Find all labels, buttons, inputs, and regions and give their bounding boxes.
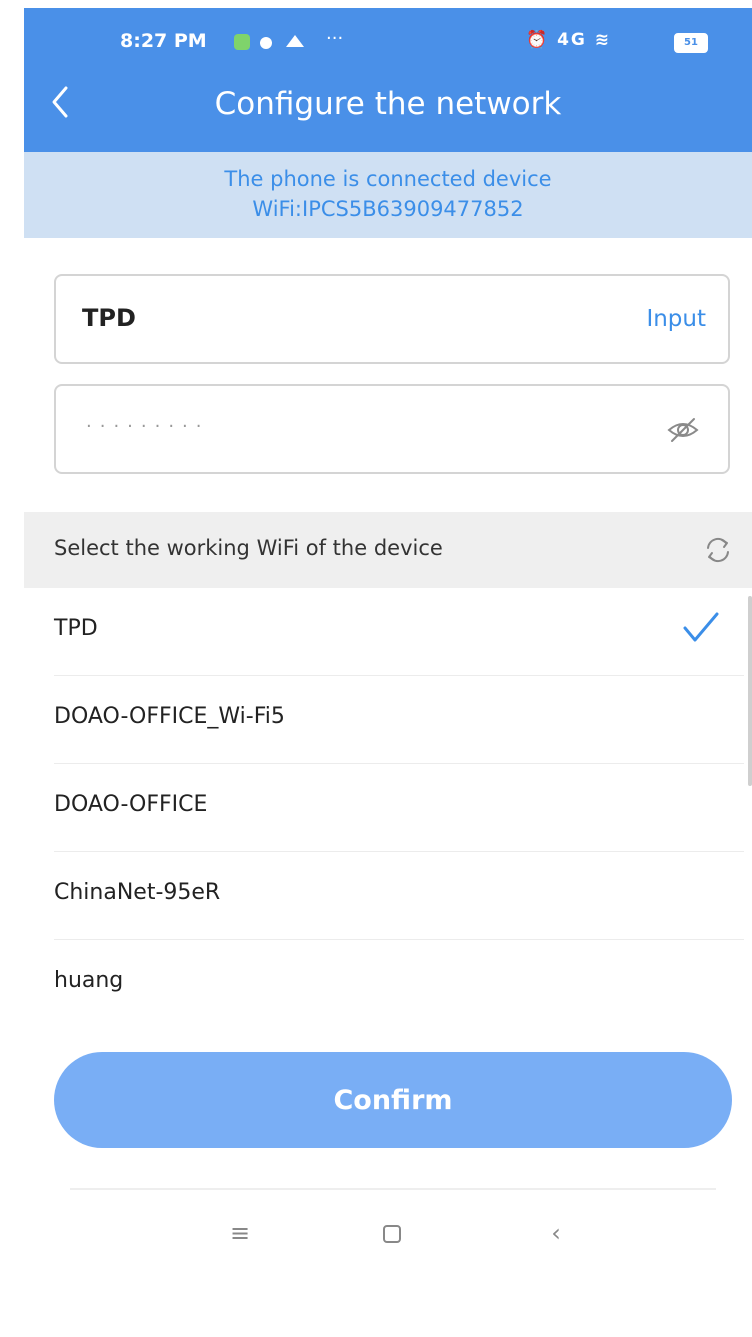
wifi-name: DOAO-OFFICE_Wi-Fi5: [54, 704, 285, 729]
wifi-item-doao-office[interactable]: DOAO-OFFICE: [54, 764, 744, 852]
confirm-button[interactable]: Confirm: [54, 1052, 732, 1148]
home-icon: [383, 1225, 401, 1243]
status-time: 8:27 PM: [120, 30, 207, 52]
wifi-list: TPD DOAO-OFFICE_Wi-Fi5 DOAO-OFFICE China…: [24, 588, 752, 1034]
nav-home-button[interactable]: [362, 1208, 422, 1258]
nav-menu-button[interactable]: ≡: [210, 1208, 270, 1258]
status-icons: ⏰ 4G ≋: [526, 30, 612, 50]
password-value: ·········: [86, 416, 210, 437]
notification-dot-icon: [260, 37, 272, 49]
wifi-name: DOAO-OFFICE: [54, 792, 208, 817]
refresh-icon: [707, 537, 729, 563]
wifi-item-doao-office-wifi5[interactable]: DOAO-OFFICE_Wi-Fi5: [54, 676, 744, 764]
ssid-value: TPD: [82, 304, 136, 332]
toggle-password-visibility-button[interactable]: [666, 416, 700, 444]
wifi-section-label: Select the working WiFi of the device: [54, 536, 443, 560]
nav-divider: [70, 1188, 716, 1190]
check-icon: [683, 612, 719, 642]
wifi-name: huang: [54, 968, 124, 993]
app-frame: 8:27 PM ··· ⏰ 4G ≋ 51 Configure the netw…: [24, 8, 752, 1337]
password-field[interactable]: ·········: [54, 384, 730, 474]
wifi-list-scrollbar[interactable]: [748, 596, 752, 786]
wifi-item-huang[interactable]: huang: [54, 940, 744, 1028]
connection-banner: The phone is connected device WiFi:IPCS5…: [24, 152, 752, 238]
notification-app-icon: [234, 34, 250, 50]
banner-line-1: The phone is connected device: [224, 167, 552, 191]
battery-icon: 51: [674, 33, 708, 53]
ssid-field[interactable]: TPD Input: [54, 274, 730, 364]
menu-icon: ≡: [229, 1219, 251, 1247]
wifi-name: ChinaNet-95eR: [54, 880, 221, 905]
nav-back-button[interactable]: ‹: [526, 1208, 586, 1258]
page-title: Configure the network: [214, 86, 562, 122]
refresh-button[interactable]: [702, 534, 734, 566]
wifi-item-chinanet[interactable]: ChinaNet-95eR: [54, 852, 744, 940]
wifi-item-tpd[interactable]: TPD: [54, 588, 744, 676]
back-icon: ‹: [551, 1219, 561, 1247]
eye-off-icon: [667, 418, 699, 442]
app-header: 8:27 PM ··· ⏰ 4G ≋ 51 Configure the netw…: [24, 8, 752, 152]
wifi-section-header: Select the working WiFi of the device: [24, 512, 752, 588]
ssid-input-button[interactable]: Input: [646, 306, 706, 332]
more-notifications-icon: ···: [326, 28, 344, 49]
notification-upload-icon: [286, 35, 304, 47]
wifi-name: TPD: [54, 616, 98, 641]
banner-line-2: WiFi:IPCS5B63909477852: [252, 197, 524, 221]
status-bar: 8:27 PM ··· ⏰ 4G ≋ 51: [24, 8, 752, 72]
